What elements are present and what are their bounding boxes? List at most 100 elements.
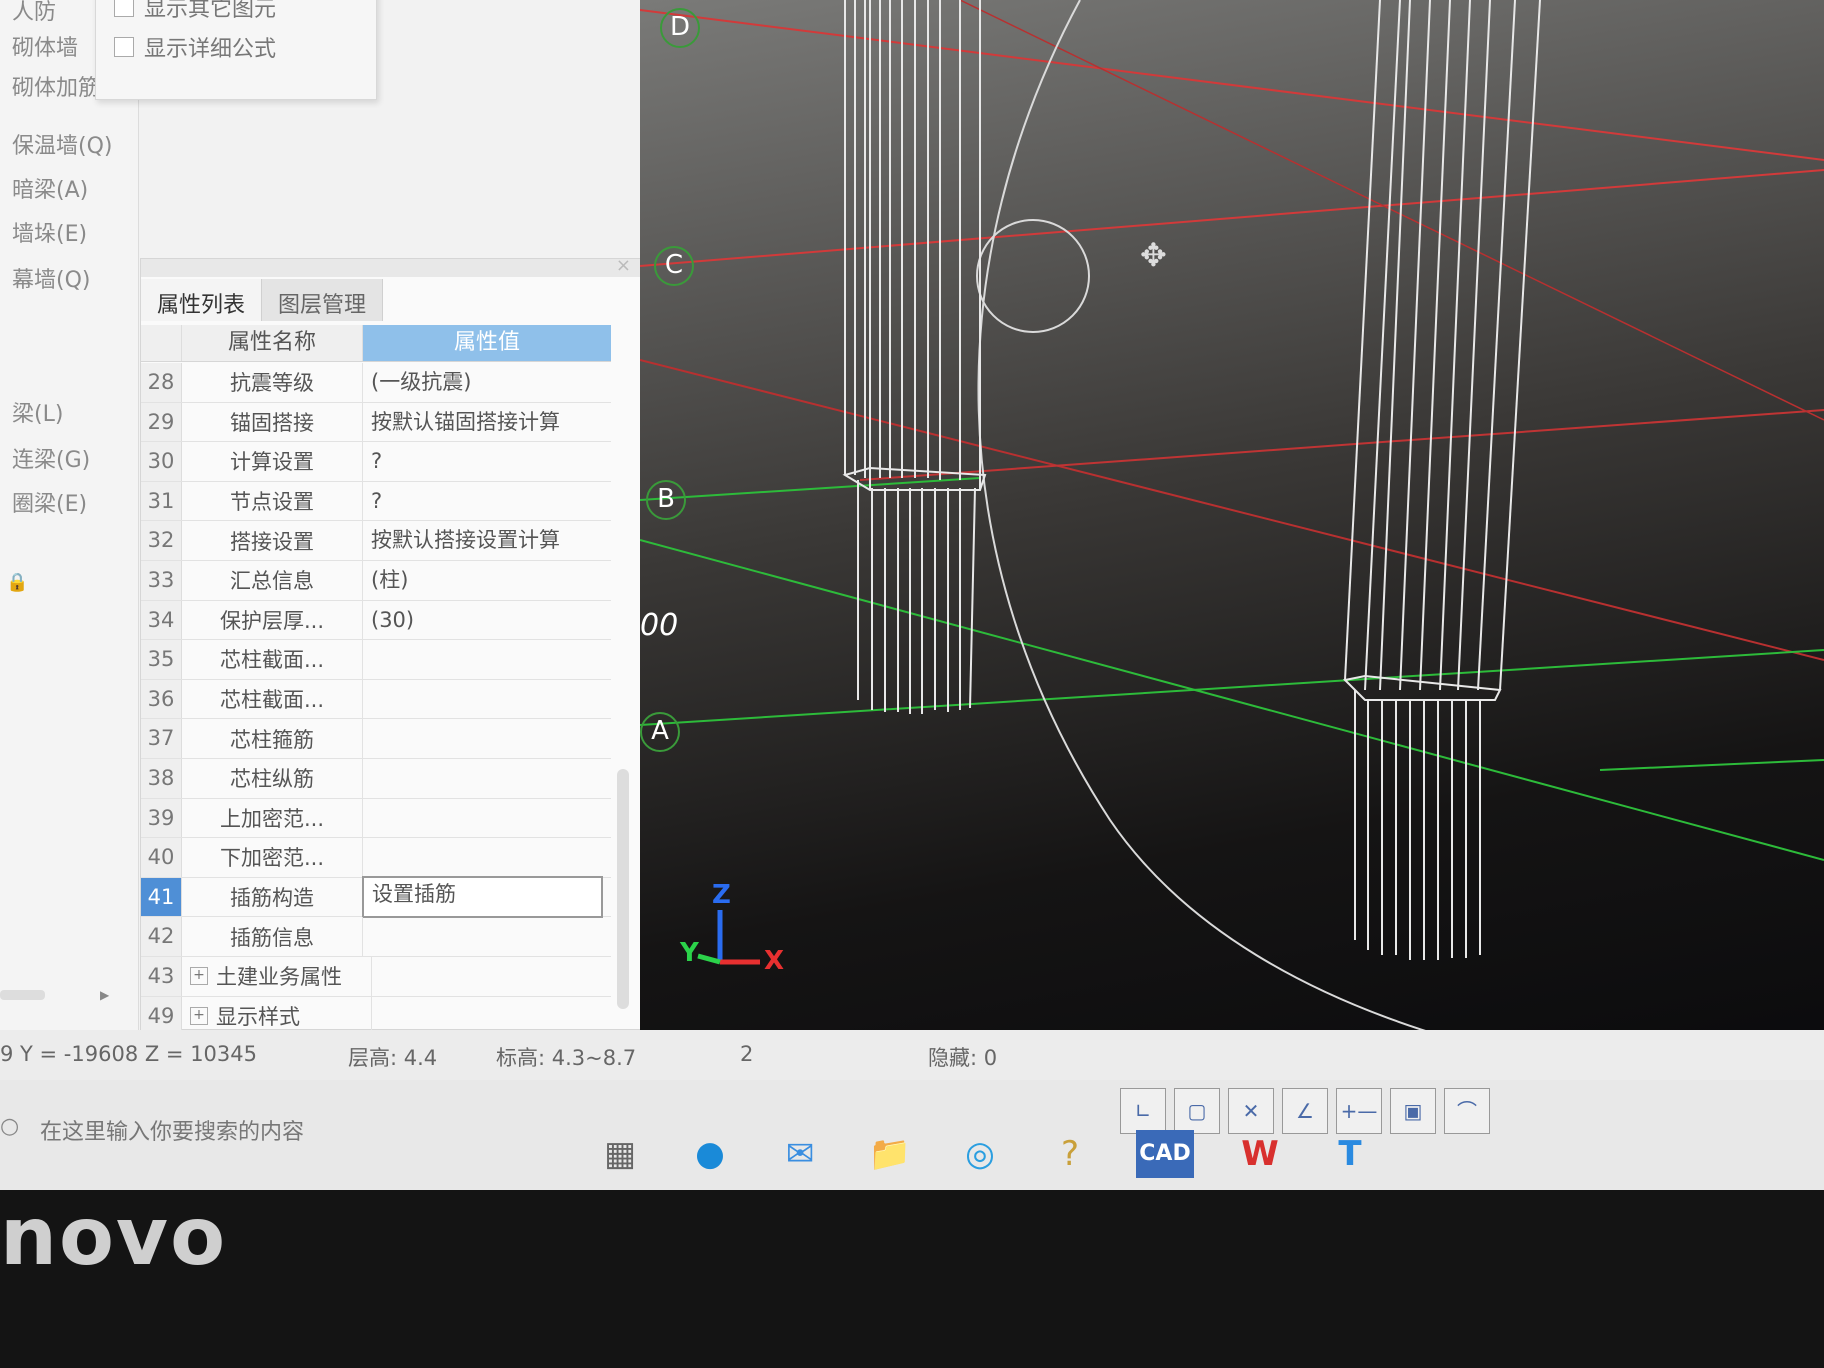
- row-number: 38: [141, 758, 182, 798]
- nav-item-civil-defense[interactable]: 人防: [12, 0, 56, 26]
- tab-layer-management[interactable]: 图层管理: [262, 279, 384, 321]
- property-value[interactable]: [362, 640, 611, 679]
- file-explorer-icon[interactable]: 📁: [866, 1130, 914, 1178]
- property-value[interactable]: [362, 838, 611, 877]
- right-column: [1342, 0, 1541, 960]
- grid-line-d: [640, 9, 1824, 161]
- 3d-viewport[interactable]: D C B A 00 ✥ Z Y X: [640, 0, 1824, 1060]
- nav-item-wall-pier[interactable]: 墙垛(E): [12, 216, 87, 248]
- brand-logo: novo: [0, 1190, 228, 1283]
- property-row[interactable]: 35 芯柱截面...: [141, 640, 611, 680]
- grid-axis-label-a: A: [640, 712, 680, 752]
- property-name: 土建业务属性: [216, 965, 342, 990]
- expand-icon[interactable]: +: [190, 967, 208, 986]
- property-row[interactable]: 39 上加密范...: [141, 798, 611, 839]
- mail-icon[interactable]: ✉: [776, 1130, 824, 1178]
- property-row[interactable]: 29 锚固搭接 按默认锚固搭接计算: [141, 402, 611, 443]
- cross-snap-icon[interactable]: ✕: [1228, 1088, 1274, 1134]
- row-number: 33: [141, 560, 182, 600]
- edge-browser-icon[interactable]: ●: [686, 1130, 734, 1178]
- task-view-icon[interactable]: ▦: [596, 1130, 644, 1178]
- lock-icon[interactable]: 🔒: [6, 572, 28, 593]
- ie-browser-icon[interactable]: ◎: [956, 1130, 1004, 1178]
- row-number: 41: [141, 877, 182, 917]
- property-name: 汇总信息: [230, 569, 314, 594]
- nav-item-curtain-wall[interactable]: 幕墙(Q): [12, 262, 90, 294]
- horizontal-scrollbar[interactable]: [0, 990, 45, 1000]
- screen: 人防 砌体墙 砌体加筋(Y) 保温墙(Q) 暗梁(A) 墙垛(E) 幕墙(Q) …: [0, 0, 1824, 1190]
- property-value[interactable]: 按默认锚固搭接计算: [362, 402, 611, 442]
- nav-item-insulation-wall[interactable]: 保温墙(Q): [12, 128, 112, 160]
- property-value[interactable]: (柱): [362, 560, 611, 600]
- search-placeholder[interactable]: 在这里输入你要搜索的内容: [40, 1114, 304, 1146]
- monitor-bezel: [0, 1190, 1824, 1368]
- wps-icon[interactable]: W: [1236, 1130, 1284, 1178]
- property-row[interactable]: 31 节点设置?: [141, 481, 611, 522]
- t-app-icon[interactable]: T: [1326, 1130, 1374, 1178]
- property-value[interactable]: (30): [362, 600, 611, 640]
- show-other-elements-option[interactable]: 显示其它图元: [114, 0, 276, 23]
- grid-line-a: [640, 649, 1824, 726]
- property-row[interactable]: 30 计算设置?: [141, 442, 611, 482]
- column-header-name[interactable]: 属性名称: [182, 325, 363, 361]
- property-value[interactable]: [362, 758, 611, 798]
- column-header-value[interactable]: 属性值: [363, 325, 611, 361]
- grid-line-c: [640, 169, 1824, 267]
- cursor-coordinates: 9 Y = -19608 Z = 10345: [0, 1042, 258, 1066]
- property-value[interactable]: [362, 719, 611, 758]
- grid-line-diag: [640, 359, 1824, 661]
- close-icon[interactable]: ×: [616, 255, 631, 276]
- property-value[interactable]: ?: [362, 481, 611, 521]
- scroll-right-icon[interactable]: ▶: [100, 988, 109, 1002]
- row-number: 36: [141, 679, 182, 719]
- property-value[interactable]: [371, 956, 611, 996]
- property-row[interactable]: 43 + 土建业务属性: [141, 956, 611, 997]
- property-row[interactable]: 37 芯柱箍筋: [141, 719, 611, 759]
- property-value[interactable]: (一级抗震): [362, 363, 611, 402]
- property-value[interactable]: [362, 679, 611, 719]
- cad-app-icon[interactable]: CAD: [1136, 1130, 1194, 1178]
- property-row[interactable]: 41 插筋构造 设置插筋: [141, 875, 611, 919]
- property-value[interactable]: 按默认搭接设置计算: [362, 521, 611, 560]
- move-cursor-icon: ✥: [1140, 236, 1167, 274]
- nav-item-hidden-beam[interactable]: 暗梁(A): [12, 172, 88, 204]
- taskbar-search[interactable]: ○ 在这里输入你要搜索的内容: [0, 1098, 560, 1158]
- object-snap-icon[interactable]: ▢: [1174, 1088, 1220, 1134]
- property-value[interactable]: [362, 798, 611, 838]
- status-bar: 9 Y = -19608 Z = 10345 层高: 4.4 标高: 4.3~8…: [0, 1030, 1824, 1080]
- nav-item-coupling-beam[interactable]: 连梁(G): [12, 442, 90, 474]
- tab-property-list[interactable]: 属性列表: [141, 279, 263, 321]
- property-value[interactable]: ?: [362, 442, 611, 481]
- property-row[interactable]: 34 保护层厚... (30): [141, 600, 611, 641]
- dimension-icon[interactable]: +—: [1336, 1088, 1382, 1134]
- expand-icon[interactable]: +: [190, 1006, 208, 1025]
- help-icon[interactable]: ?: [1046, 1130, 1094, 1178]
- status-toolbar: ∟ ▢ ✕ ∠ +— ▣ ⌒: [1120, 1088, 1490, 1134]
- nav-item-masonry-wall[interactable]: 砌体墙: [12, 30, 78, 62]
- grid-line-mid: [859, 409, 1824, 481]
- display-icon[interactable]: ▣: [1390, 1088, 1436, 1134]
- property-value-input[interactable]: 设置插筋: [362, 875, 603, 919]
- property-row[interactable]: 32 搭接设置 按默认搭接设置计算: [141, 521, 611, 561]
- checkbox[interactable]: [114, 37, 134, 57]
- nav-item-beam[interactable]: 梁(L): [12, 396, 63, 428]
- show-detailed-formula-option[interactable]: 显示详细公式: [114, 31, 276, 63]
- arc-icon[interactable]: ⌒: [1444, 1088, 1490, 1134]
- checkbox[interactable]: [114, 0, 134, 17]
- property-name: 下加密范...: [219, 846, 325, 871]
- property-row[interactable]: 33 汇总信息 (柱): [141, 560, 611, 601]
- property-row[interactable]: 40 下加密范...: [141, 838, 611, 878]
- property-value[interactable]: [362, 917, 611, 956]
- row-number: 37: [141, 719, 182, 758]
- property-row[interactable]: 42 插筋信息: [141, 917, 611, 957]
- ortho-icon[interactable]: ∟: [1120, 1088, 1166, 1134]
- panel-tabs: 属性列表 图层管理: [141, 279, 384, 321]
- nav-item-ring-beam[interactable]: 圈梁(E): [12, 486, 87, 518]
- angle-icon[interactable]: ∠: [1282, 1088, 1328, 1134]
- property-row[interactable]: 36 芯柱截面...: [141, 679, 611, 720]
- property-row[interactable]: 38 芯柱纵筋: [141, 758, 611, 799]
- property-row[interactable]: 28 抗震等级 (一级抗震): [141, 363, 611, 403]
- vertical-scrollbar[interactable]: [617, 769, 629, 1009]
- hidden-count: 隐藏: 0: [928, 1046, 998, 1070]
- row-number-header: [141, 325, 182, 361]
